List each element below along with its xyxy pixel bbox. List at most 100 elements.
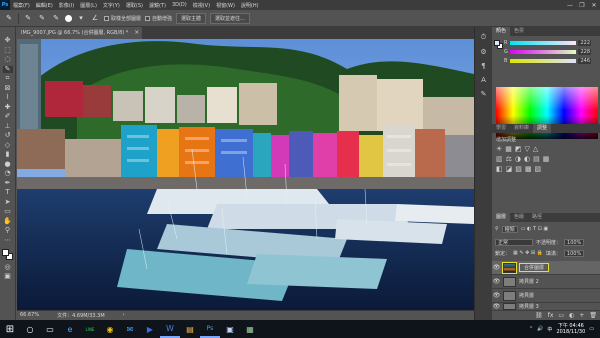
delete-layer-icon[interactable]: 🗑 [589,312,597,319]
photoshop-taskbar-icon[interactable]: Ps [200,320,220,338]
paragraph-icon[interactable]: ¶ [481,62,485,70]
color-panel-fg-bg[interactable] [494,40,503,49]
close-tab-icon[interactable]: × [134,27,139,39]
start-button[interactable]: ⊞ [0,320,20,338]
quick-selection-tool-icon[interactable]: ✎ [4,13,14,23]
menu-type[interactable]: 文字(Y) [100,2,123,9]
levels-icon[interactable]: ▦ [505,145,512,153]
lock-icons[interactable]: ▦ ✎ ✥ ⊞ 🔒 [513,250,543,256]
add-to-selection-icon[interactable]: ✎ [37,13,47,23]
layer-row-copy-3[interactable]: 👁 拷貝層 3 [492,303,600,311]
blue-slider[interactable] [510,59,576,63]
brush-tool-icon[interactable]: ✐ [3,113,13,120]
media-player-icon[interactable]: ▶ [140,320,160,338]
red-slider[interactable] [510,41,576,45]
photos-app-icon[interactable]: ▣ [220,320,240,338]
character-icon[interactable]: A [481,76,486,84]
eyedropper-tool-icon[interactable]: ⌇ [3,94,13,101]
brush-size-preview-icon[interactable] [65,14,72,22]
color-balance-icon[interactable]: ⚖ [506,155,512,163]
screen-mode-icon[interactable]: ▣ [3,273,13,280]
quick-mask-icon[interactable]: ◎ [3,263,13,271]
menu-select[interactable]: 選取(S) [123,2,146,9]
color-lookup-icon[interactable]: ▦ [543,155,550,163]
photo-filter-icon[interactable]: ◐ [524,155,530,163]
search-icon[interactable]: ○ [20,320,40,338]
input-method-icon[interactable]: 中 [547,326,552,333]
tab-libraries[interactable]: 資料庫 [510,124,533,133]
quick-select-tool-icon[interactable]: ✎ [2,65,13,73]
task-view-icon[interactable]: ▭ [40,320,60,338]
marquee-tool-icon[interactable]: ⬚ [3,46,13,54]
auto-enhance-checkbox[interactable] [145,15,151,21]
lasso-tool-icon[interactable]: ◌ [3,56,13,63]
rectangle-tool-icon[interactable]: ▭ [3,208,13,215]
mail-icon[interactable]: ✉ [120,320,140,338]
gradient-tool-icon[interactable]: ▮ [3,151,13,158]
brush-dropdown-icon[interactable]: ▾ [76,13,86,23]
clock[interactable]: 下午 04:46 2018/11/30 [556,323,585,335]
edge-browser-icon[interactable]: e [60,320,80,338]
layer-row-merged[interactable]: 👁 合併圖層 [492,261,600,275]
tab-adjustments[interactable]: 調整 [533,124,552,133]
eraser-tool-icon[interactable]: ◇ [3,141,13,149]
pen-tool-icon[interactable]: ✒ [3,179,13,187]
volume-icon[interactable]: 🔊 [537,326,543,332]
minimize-button[interactable]: — [564,2,576,9]
new-layer-icon[interactable]: + [579,312,584,319]
tab-layers[interactable]: 圖層 [492,213,511,222]
history-icon[interactable]: ⏱ [481,33,486,42]
menu-window[interactable]: 視窗(W) [213,2,238,9]
hue-saturation-icon[interactable]: ▥ [496,155,503,163]
tab-learn[interactable]: 學習 [492,124,510,133]
line-app-icon[interactable]: LINE [80,320,100,338]
vibrance-icon[interactable]: △ [533,145,538,153]
foreground-color-swatch[interactable] [1,249,9,256]
blend-mode-select[interactable]: 正常 [495,238,533,246]
black-white-icon[interactable]: ◑ [515,155,521,163]
blur-tool-icon[interactable]: ● [3,160,13,168]
move-tool-icon[interactable]: ✥ [3,37,13,44]
layer-kind-filter[interactable]: 種類 [501,225,518,233]
tab-color[interactable]: 顏色 [492,27,511,36]
visibility-eye-icon[interactable]: 👁 [492,303,501,310]
path-select-tool-icon[interactable]: ➤ [3,198,13,206]
crop-tool-icon[interactable]: ⌗ [3,75,13,82]
properties-icon[interactable]: ⚙ [480,48,486,56]
dodge-tool-icon[interactable]: ◔ [3,170,13,177]
chrome-icon[interactable]: ◉ [100,320,120,338]
brightness-contrast-icon[interactable]: ☀ [496,145,502,153]
brush-settings-icon[interactable]: ✎ [481,90,487,98]
healing-brush-tool-icon[interactable]: ✚ [3,103,13,111]
exposure-icon[interactable]: ▽ [525,145,530,153]
layer-style-icon[interactable]: fx [548,312,554,319]
opacity-input[interactable]: 100% [564,238,585,246]
panel-foreground-swatch[interactable] [494,40,500,46]
layer-name[interactable]: 拷貝層 2 [519,278,539,285]
sample-all-layers-checkbox[interactable] [104,15,109,21]
select-and-mask-button[interactable]: 選取並遮住... [210,12,250,24]
link-layers-icon[interactable]: ⛓ [535,312,543,319]
filter-type-icons[interactable]: ▭ ◐ T ⊡ ▣ [521,226,548,232]
image-canvas[interactable] [17,39,474,310]
sample-all-layers-option[interactable]: 取樣全部圖層 [104,15,141,22]
menu-help[interactable]: 說明(H) [238,2,262,9]
layer-row-copy-2[interactable]: 👁 拷貝層 2 [492,275,600,289]
adjustment-layer-icon[interactable]: ◐ [569,312,574,319]
select-subject-button[interactable]: 選取主體 [176,12,207,24]
notification-icon[interactable]: ▭ [589,326,594,332]
fill-input[interactable]: 100% [563,249,585,257]
layer-row-copy[interactable]: 👁 拷貝層 [492,289,600,303]
clone-stamp-tool-icon[interactable]: ⊥ [3,122,13,130]
gradient-map-icon[interactable]: ▩ [525,165,532,173]
selective-color-icon[interactable]: ▧ [535,165,542,173]
visibility-eye-icon[interactable]: 👁 [492,278,501,285]
posterize-icon[interactable]: ◪ [506,165,513,173]
menu-layer[interactable]: 圖層(L) [77,2,100,9]
threshold-icon[interactable]: ▨ [515,165,522,173]
document-tab[interactable]: IMG_9007.JPG @ 66.7% (合併圖層, RGB/8) * × [17,27,143,39]
layer-name[interactable]: 合併圖層 [519,263,550,272]
more-tools-icon[interactable]: ⋯ [3,236,13,244]
green-slider[interactable] [510,50,576,54]
zoom-tool-icon[interactable]: ⚲ [3,227,13,234]
